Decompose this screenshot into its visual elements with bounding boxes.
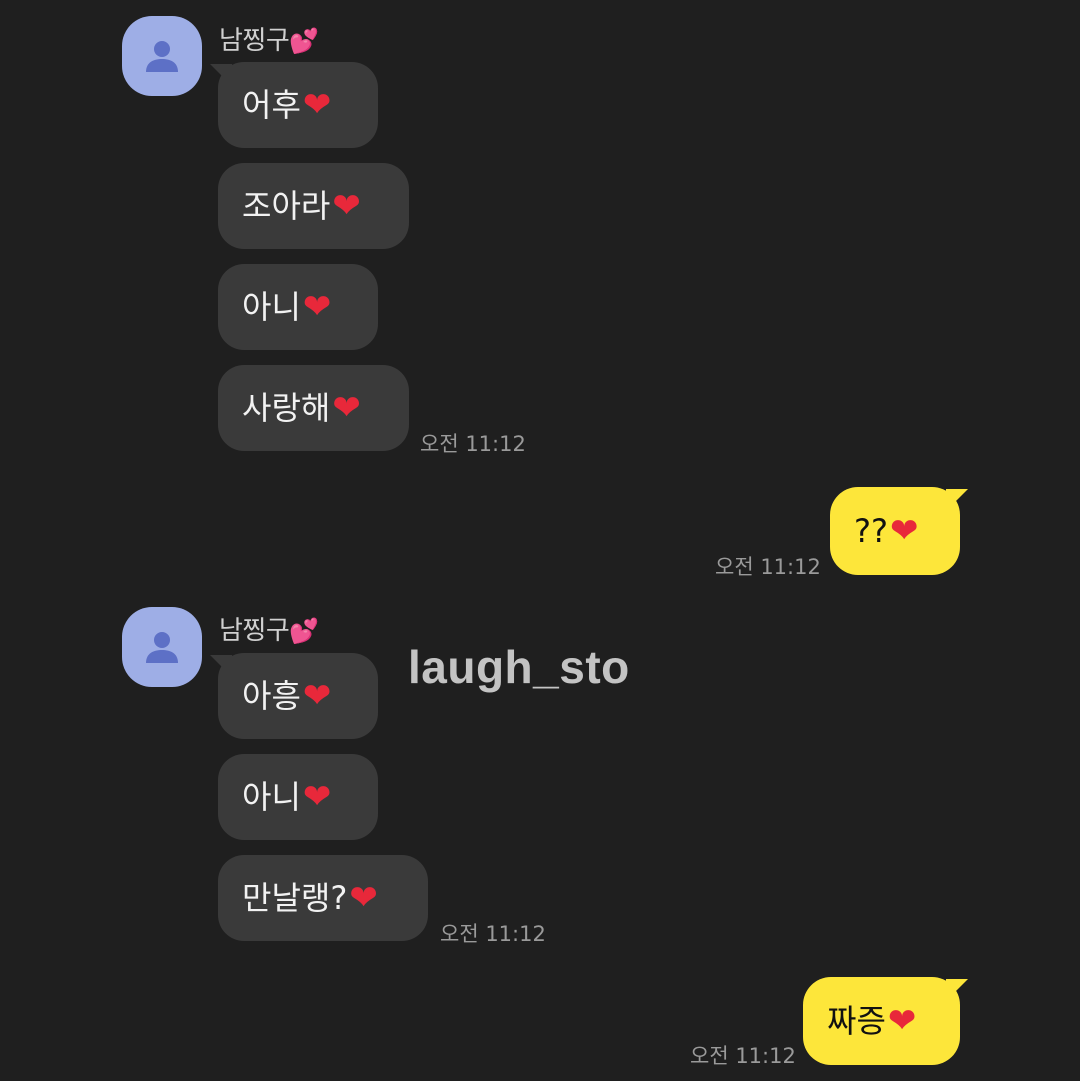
heart-icon: ❤	[889, 511, 919, 551]
outgoing-message[interactable]: ?? ❤	[830, 487, 960, 575]
heart-icon: ❤	[302, 287, 332, 327]
incoming-message[interactable]: 아니 ❤	[218, 264, 378, 350]
sender-name: 남찡구💕	[219, 26, 319, 56]
two-hearts-icon: 💕	[289, 617, 319, 645]
avatar[interactable]	[122, 607, 202, 687]
heart-icon: ❤	[332, 186, 361, 226]
message-timestamp: 오전 11:12	[420, 432, 526, 456]
incoming-message[interactable]: 아니 ❤	[218, 754, 378, 840]
person-icon	[146, 632, 178, 663]
incoming-message[interactable]: 만날랭? ❤	[218, 855, 428, 941]
watermark: laugh_sto	[408, 641, 630, 693]
incoming-message[interactable]: 사랑해 ❤	[218, 365, 409, 451]
message-timestamp: 오전 11:12	[690, 1044, 796, 1068]
person-icon	[146, 41, 178, 72]
heart-icon: ❤	[332, 388, 361, 428]
heart-icon: ❤	[887, 1001, 917, 1041]
heart-icon: ❤	[302, 777, 332, 817]
incoming-message[interactable]: 아흥 ❤	[218, 653, 378, 739]
avatar[interactable]	[122, 16, 202, 96]
two-hearts-icon: 💕	[289, 27, 319, 55]
incoming-message[interactable]: 어후 ❤	[218, 62, 378, 148]
sender-name: 남찡구💕	[219, 616, 319, 646]
message-timestamp: 오전 11:12	[715, 555, 821, 579]
heart-icon: ❤	[302, 676, 332, 716]
message-timestamp: 오전 11:12	[440, 922, 546, 946]
outgoing-message[interactable]: 짜증 ❤	[803, 977, 960, 1065]
heart-icon: ❤	[302, 85, 332, 125]
heart-icon: ❤	[349, 878, 378, 918]
incoming-message[interactable]: 조아라 ❤	[218, 163, 409, 249]
